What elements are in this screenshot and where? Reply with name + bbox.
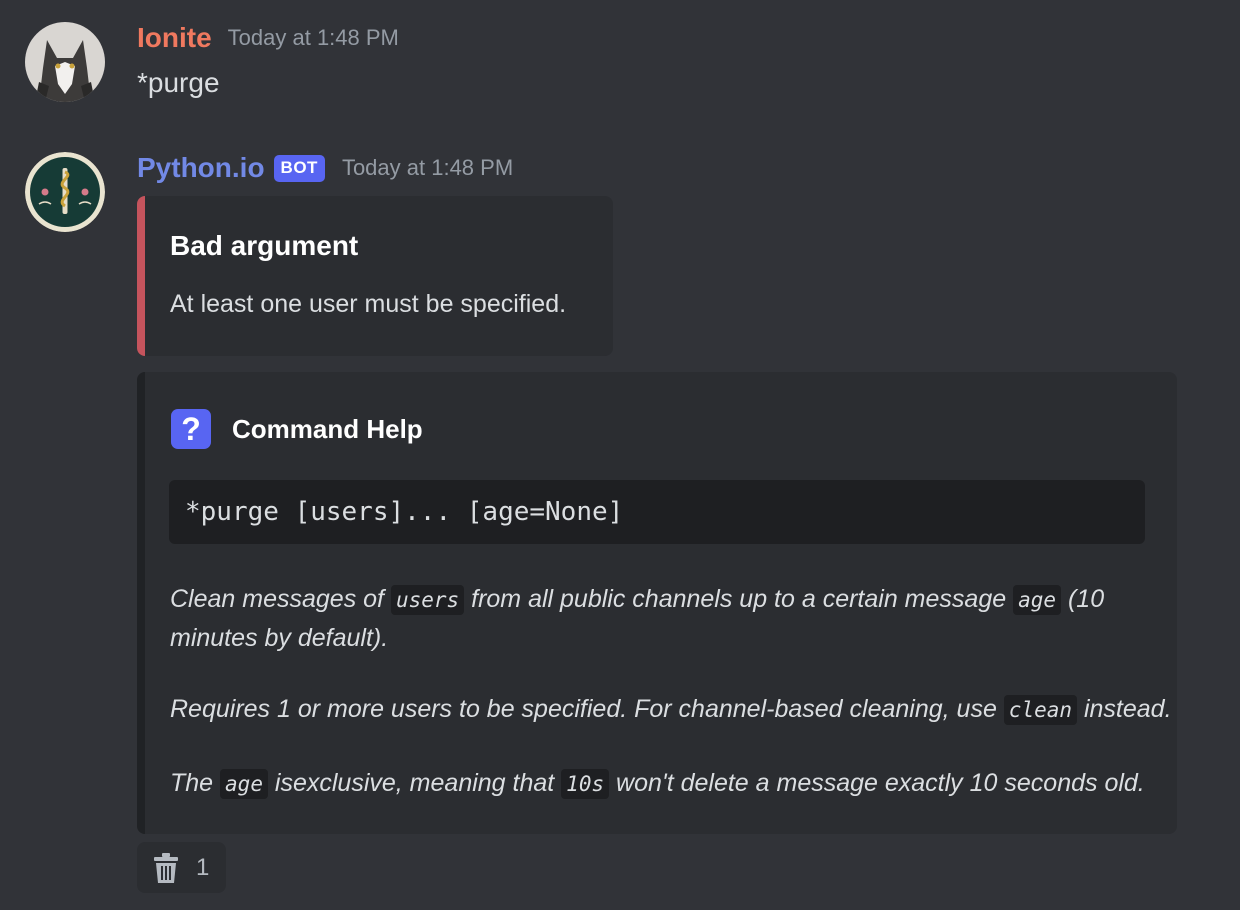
trash-reaction-button[interactable]: 1 <box>137 842 226 893</box>
user-avatar[interactable] <box>25 22 105 102</box>
username[interactable]: Ionite <box>137 22 212 54</box>
embed-title: Bad argument <box>170 230 359 261</box>
chat-area: Ionite Today at 1:48 PM *purge Python.io… <box>0 0 1240 910</box>
message-header: Ionite Today at 1:48 PM <box>137 22 399 54</box>
inline-code: age <box>220 769 268 799</box>
embed-author-name: Command Help <box>232 413 423 444</box>
reaction-count: 1 <box>196 853 210 881</box>
trash-icon <box>154 852 178 883</box>
embed-description: At least one user must be specified. <box>170 290 567 318</box>
help-description-1: Clean messages of users from all public … <box>170 585 1105 652</box>
help-description-3: The age isexclusive, meaning that 10s wo… <box>170 769 1145 799</box>
timestamp[interactable]: Today at 1:48 PM <box>342 155 513 181</box>
embed-author: ? Command Help <box>171 409 423 449</box>
error-embed: Bad argument At least one user must be s… <box>137 196 613 356</box>
bot-avatar[interactable] <box>25 152 105 232</box>
usage-code-block: *purge [users]... [age=None] <box>169 480 1145 544</box>
timestamp[interactable]: Today at 1:48 PM <box>228 25 399 51</box>
inline-code: clean <box>1003 695 1078 725</box>
inline-code: 10s <box>561 769 610 799</box>
message-header: Python.io BOT Today at 1:48 PM <box>137 152 513 184</box>
help-description-2: Requires 1 or more users to be specified… <box>170 695 1172 725</box>
username[interactable]: Python.io <box>137 152 265 184</box>
question-icon: ? <box>171 409 211 449</box>
message-text: *purge <box>137 67 220 98</box>
bot-badge: BOT <box>273 154 325 182</box>
help-embed: ? Command Help *purge [users]... [age=No… <box>137 372 1177 834</box>
inline-code: age <box>1013 585 1062 615</box>
inline-code: users <box>390 585 465 615</box>
